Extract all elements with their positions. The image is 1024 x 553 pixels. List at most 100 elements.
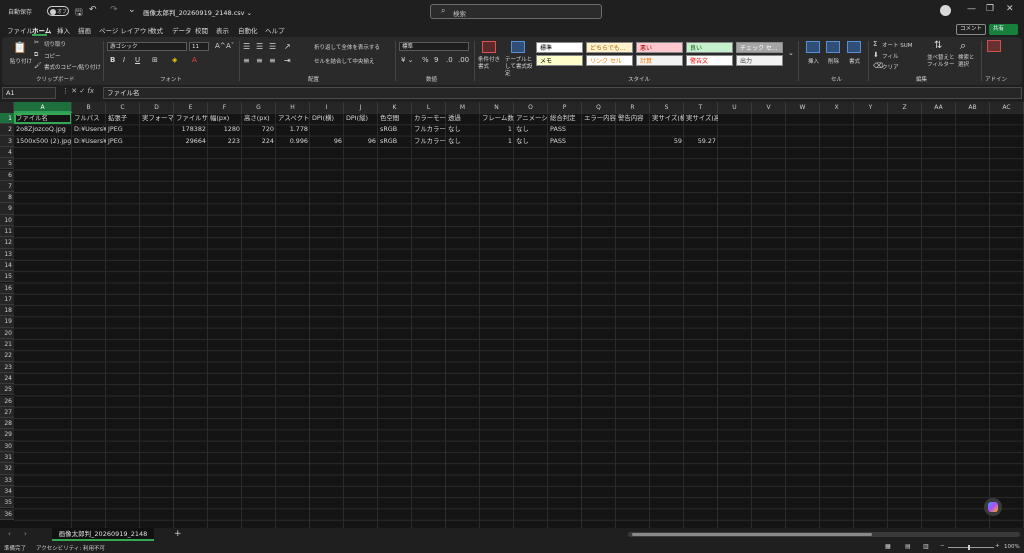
table-cell[interactable]: PASS bbox=[548, 136, 582, 147]
row-header-7[interactable]: 7 bbox=[0, 180, 14, 193]
cell-style-3[interactable]: 良い bbox=[686, 42, 733, 53]
table-cell[interactable]: なし bbox=[514, 124, 548, 135]
minimize-icon[interactable]: — bbox=[967, 4, 976, 14]
align-middle-icon[interactable]: ☰ bbox=[256, 42, 263, 51]
copy-button[interactable]: コピー bbox=[44, 52, 61, 60]
table-cell[interactable]: JPEG bbox=[106, 136, 140, 147]
row-header-11[interactable]: 11 bbox=[0, 226, 14, 238]
align-left-icon[interactable]: ≡ bbox=[243, 56, 250, 65]
table-cell[interactable]: D:¥Users¥.jpg bbox=[72, 124, 106, 135]
fill-button[interactable]: フィル bbox=[882, 52, 898, 60]
header-cell[interactable]: ファイルサイズ bbox=[174, 113, 208, 124]
undo-icon[interactable]: ↶ bbox=[89, 5, 97, 15]
cell-style-0[interactable]: 標準 bbox=[536, 42, 583, 53]
zoom-in-icon[interactable]: + bbox=[995, 543, 1000, 549]
row-header-2[interactable]: 2 bbox=[0, 124, 14, 136]
row-header-8[interactable]: 8 bbox=[0, 192, 14, 204]
column-header-O[interactable]: O bbox=[514, 102, 548, 113]
addins-icon[interactable] bbox=[987, 40, 1001, 52]
header-cell[interactable]: アニメーション bbox=[514, 113, 548, 124]
row-header-15[interactable]: 15 bbox=[0, 271, 14, 283]
align-bottom-icon[interactable]: ☰ bbox=[269, 42, 276, 51]
insert-cells-icon[interactable] bbox=[806, 41, 820, 53]
underline-icon[interactable]: U bbox=[135, 56, 140, 64]
avatar[interactable] bbox=[940, 5, 951, 16]
column-header-K[interactable]: K bbox=[378, 102, 412, 113]
customize-qa-icon[interactable]: ⌄ bbox=[128, 5, 136, 15]
currency-icon[interactable]: ¥ ⌄ bbox=[401, 56, 414, 64]
row-header-18[interactable]: 18 bbox=[0, 305, 14, 317]
column-header-Z[interactable]: Z bbox=[888, 102, 922, 113]
comment-button[interactable]: コメント bbox=[956, 24, 986, 35]
header-cell[interactable]: アスペクト比 bbox=[276, 113, 310, 124]
orientation-icon[interactable]: ↗ bbox=[284, 42, 291, 51]
tab-draw[interactable]: 描画 bbox=[78, 25, 91, 35]
row-header-3[interactable]: 3 bbox=[0, 135, 14, 147]
name-box[interactable]: A1 bbox=[2, 87, 56, 99]
row-header-22[interactable]: 22 bbox=[0, 350, 14, 362]
cell-style-9[interactable]: 出力 bbox=[736, 55, 783, 66]
sheet-tab[interactable]: 画像太郎判_20260919_2148 bbox=[52, 528, 154, 541]
table-cell[interactable]: 223 bbox=[208, 136, 242, 147]
column-header-R[interactable]: R bbox=[616, 102, 650, 113]
row-header-28[interactable]: 28 bbox=[0, 418, 14, 430]
row-header-4[interactable]: 4 bbox=[0, 146, 14, 159]
format-as-table-button[interactable]: テーブルとして書式設定 bbox=[505, 57, 535, 78]
column-header-S[interactable]: S bbox=[650, 102, 684, 113]
table-cell[interactable]: 1280 bbox=[208, 124, 242, 135]
copilot-button[interactable] bbox=[984, 498, 1002, 516]
font-name-select[interactable]: 游ゴシック bbox=[107, 42, 187, 51]
merge-center-button[interactable]: セルを結合して中央揃え bbox=[314, 57, 374, 65]
row-header-31[interactable]: 31 bbox=[0, 452, 14, 464]
column-header-T[interactable]: T bbox=[684, 102, 718, 113]
cell-style-1[interactable]: どちらでも... bbox=[586, 42, 633, 53]
table-cell[interactable]: JPEG bbox=[106, 124, 140, 135]
header-cell[interactable]: 幅(px) bbox=[208, 113, 242, 124]
header-cell[interactable]: 拡張子 bbox=[106, 113, 140, 124]
table-cell[interactable]: フルカラー bbox=[412, 124, 446, 135]
tab-file[interactable]: ファイル bbox=[7, 25, 33, 35]
row-header-13[interactable]: 13 bbox=[0, 248, 14, 260]
column-header-G[interactable]: G bbox=[242, 102, 276, 113]
format-cells-button[interactable]: 書式 bbox=[849, 57, 860, 65]
scroll-thumb[interactable] bbox=[632, 533, 872, 536]
column-header-I[interactable]: I bbox=[310, 102, 344, 113]
tab-page-layout[interactable]: ページ レイアウト bbox=[99, 25, 153, 35]
row-header-34[interactable]: 34 bbox=[0, 485, 14, 498]
row-header-27[interactable]: 27 bbox=[0, 406, 14, 419]
indent-icon[interactable]: ⇥ bbox=[284, 56, 291, 65]
row-header-5[interactable]: 5 bbox=[0, 158, 14, 170]
table-cell[interactable]: なし bbox=[514, 136, 548, 147]
header-cell[interactable]: 警告内容 bbox=[616, 113, 650, 124]
increase-decimal-icon[interactable]: .0 bbox=[446, 56, 453, 64]
column-header-AA[interactable]: AA bbox=[922, 102, 956, 113]
table-cell[interactable]: PASS bbox=[548, 124, 582, 135]
page-break-view-icon[interactable]: ▥ bbox=[923, 543, 929, 550]
formula-input[interactable]: ファイル名 bbox=[103, 87, 1022, 99]
column-header-L[interactable]: L bbox=[412, 102, 446, 113]
row-header-14[interactable]: 14 bbox=[0, 259, 14, 272]
table-cell[interactable]: 1 bbox=[480, 136, 514, 147]
header-cell[interactable]: エラー内容 bbox=[582, 113, 616, 124]
column-header-AC[interactable]: AC bbox=[990, 102, 1024, 113]
autosum-button[interactable]: オート SUM bbox=[882, 41, 913, 49]
tab-data[interactable]: データ bbox=[172, 25, 192, 35]
header-cell[interactable]: DPI(縦) bbox=[344, 113, 378, 124]
table-cell[interactable]: 2o8ZjozcoQ.jpg bbox=[14, 124, 72, 135]
row-header-10[interactable]: 10 bbox=[0, 214, 14, 226]
column-header-B[interactable]: B bbox=[72, 102, 106, 113]
italic-icon[interactable]: I bbox=[123, 56, 125, 64]
table-cell[interactable]: なし bbox=[446, 124, 480, 135]
table-cell[interactable]: 1.778 bbox=[276, 124, 310, 135]
paste-button[interactable]: 貼り付け bbox=[10, 57, 32, 65]
share-button[interactable]: 共有 bbox=[989, 24, 1018, 35]
row-header-33[interactable]: 33 bbox=[0, 474, 14, 486]
column-header-C[interactable]: C bbox=[106, 102, 140, 113]
column-header-F[interactable]: F bbox=[208, 102, 242, 113]
table-cell[interactable]: D:¥Users¥.jpg bbox=[72, 136, 106, 147]
column-header-V[interactable]: V bbox=[752, 102, 786, 113]
sort-filter-button[interactable]: 並べ替えとフィルター bbox=[927, 55, 955, 69]
format-cells-icon[interactable] bbox=[847, 41, 861, 53]
table-cell[interactable]: 178382 bbox=[174, 124, 208, 135]
column-header-M[interactable]: M bbox=[446, 102, 480, 113]
